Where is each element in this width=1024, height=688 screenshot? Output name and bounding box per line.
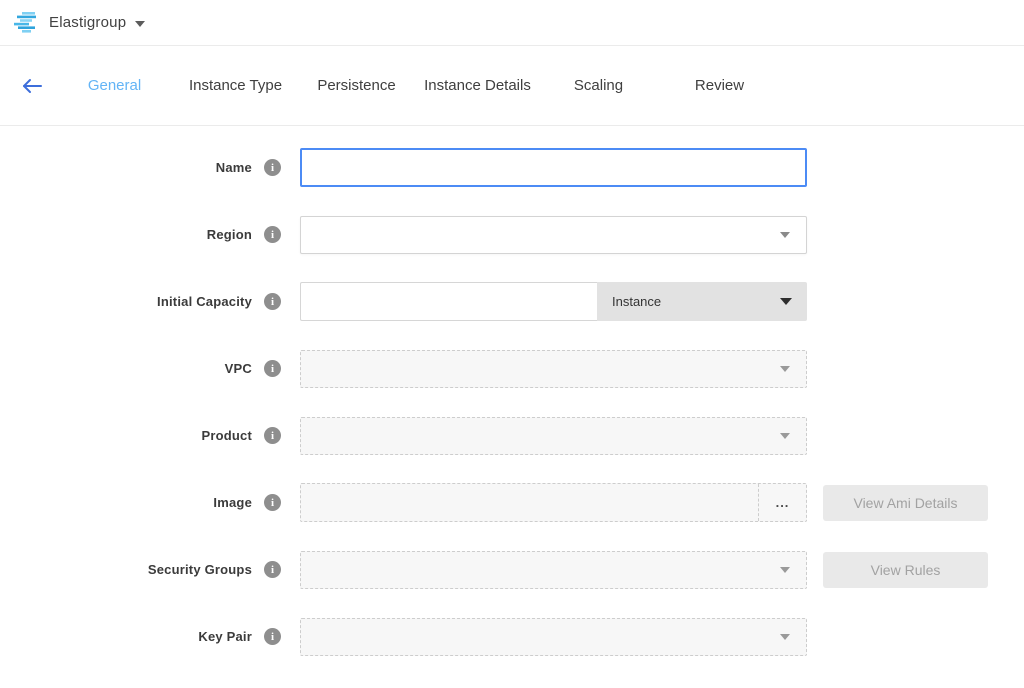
view-ami-details-button[interactable]: View Ami Details: [823, 485, 988, 521]
view-rules-button[interactable]: View Rules: [823, 552, 988, 588]
tab-instance-details[interactable]: Instance Details: [417, 46, 538, 125]
arrow-left-icon: [21, 78, 43, 94]
tab-persistence[interactable]: Persistence: [296, 46, 417, 125]
vpc-label: VPC: [225, 361, 252, 376]
region-label: Region: [207, 227, 252, 242]
back-arrow-button[interactable]: [20, 78, 44, 96]
region-select[interactable]: [300, 216, 807, 254]
chevron-down-icon: [780, 366, 790, 372]
form-row-initial-capacity: Initial Capacity i Instance: [0, 282, 1024, 321]
info-icon[interactable]: i: [264, 293, 281, 310]
chevron-down-icon: [780, 298, 792, 305]
name-label: Name: [216, 160, 252, 175]
chevron-down-icon: [780, 232, 790, 238]
capacity-unit-value: Instance: [612, 294, 661, 309]
info-icon[interactable]: i: [264, 159, 281, 176]
info-icon[interactable]: i: [264, 561, 281, 578]
info-icon[interactable]: i: [264, 427, 281, 444]
app-title: Elastigroup: [49, 14, 126, 31]
elastigroup-logo-icon: [14, 11, 40, 35]
product-select: [300, 417, 807, 455]
name-input[interactable]: [300, 148, 807, 187]
general-settings-form: Name i Region i Initial Capacity i: [0, 126, 1024, 656]
tab-general[interactable]: General: [54, 46, 175, 125]
tab-scaling[interactable]: Scaling: [538, 46, 659, 125]
capacity-unit-select[interactable]: Instance: [597, 282, 807, 321]
form-row-image: Image i ... View Ami Details: [0, 483, 1024, 522]
form-row-vpc: VPC i: [0, 349, 1024, 388]
key-pair-select: [300, 618, 807, 656]
initial-capacity-input[interactable]: [300, 282, 597, 321]
initial-capacity-label: Initial Capacity: [157, 294, 252, 309]
form-row-name: Name i: [0, 148, 1024, 187]
product-label: Product: [201, 428, 252, 443]
security-groups-label: Security Groups: [148, 562, 252, 577]
info-icon[interactable]: i: [264, 494, 281, 511]
image-label: Image: [213, 495, 252, 510]
info-icon[interactable]: i: [264, 360, 281, 377]
form-row-key-pair: Key Pair i: [0, 617, 1024, 656]
info-icon[interactable]: i: [264, 628, 281, 645]
key-pair-label: Key Pair: [198, 629, 252, 644]
tab-instance-type[interactable]: Instance Type: [175, 46, 296, 125]
wizard-tabs: General Instance Type Persistence Instan…: [54, 46, 780, 125]
chevron-down-icon: [780, 433, 790, 439]
chevron-down-icon: [780, 567, 790, 573]
tab-review[interactable]: Review: [659, 46, 780, 125]
app-header: Elastigroup: [0, 0, 1024, 46]
form-row-security-groups: Security Groups i View Rules: [0, 550, 1024, 589]
vpc-select: [300, 350, 807, 388]
chevron-down-icon[interactable]: [135, 21, 145, 27]
image-browse-button[interactable]: ...: [758, 484, 806, 521]
chevron-down-icon: [780, 634, 790, 640]
wizard-tab-bar: General Instance Type Persistence Instan…: [0, 46, 1024, 126]
form-row-product: Product i: [0, 416, 1024, 455]
image-input: ...: [300, 483, 807, 522]
info-icon[interactable]: i: [264, 226, 281, 243]
form-row-region: Region i: [0, 215, 1024, 254]
security-groups-select: [300, 551, 807, 589]
